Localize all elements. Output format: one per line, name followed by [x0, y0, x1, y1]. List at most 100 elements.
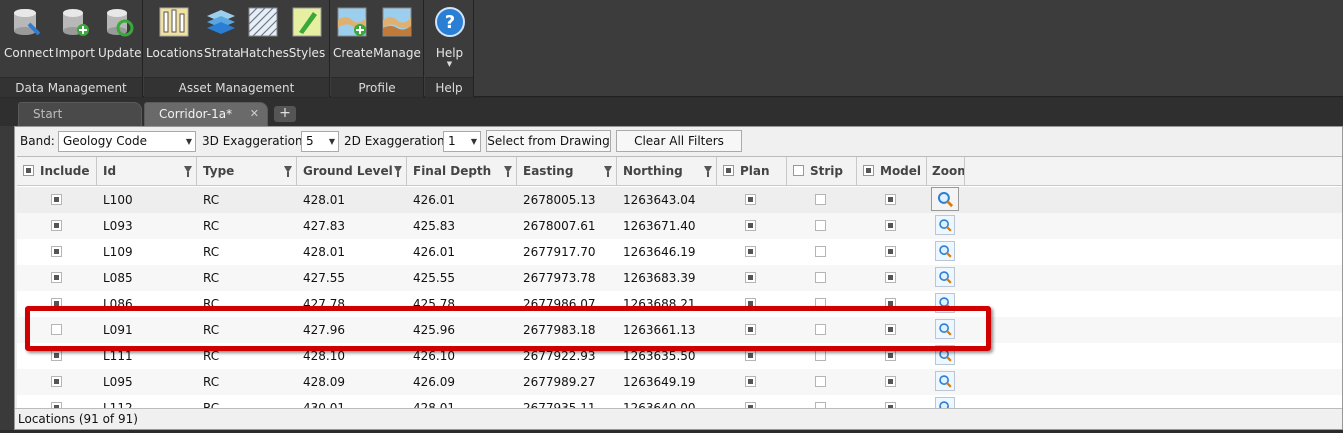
- table-row[interactable]: L095 RC 428.09 426.09 2677989.27 1263649.19: [17, 369, 1342, 395]
- cell-id: L093: [103, 219, 133, 233]
- strip-checkbox[interactable]: [815, 350, 826, 361]
- include-all-checkbox[interactable]: [23, 165, 34, 176]
- zoom-button[interactable]: [935, 241, 955, 261]
- plan-all-checkbox[interactable]: [723, 165, 734, 176]
- filter-funnel-icon[interactable]: [604, 166, 612, 177]
- hatches-icon: [248, 7, 278, 37]
- column-header-northing[interactable]: Northing: [617, 157, 717, 186]
- filter-funnel-icon[interactable]: [284, 166, 292, 177]
- model-checkbox[interactable]: [885, 194, 896, 205]
- zoom-button[interactable]: [935, 215, 955, 235]
- filter-bar: Band: Geology Code ▼ 3D Exaggeration: 5 …: [15, 127, 1342, 155]
- manage-profile-button[interactable]: Manage: [373, 4, 421, 64]
- connect-label: Connect: [4, 46, 54, 60]
- model-checkbox[interactable]: [885, 272, 896, 283]
- column-header-strip[interactable]: Strip: [787, 157, 857, 186]
- select-from-drawing-button[interactable]: Select from Drawing: [486, 130, 611, 152]
- column-header-label: Id: [103, 164, 117, 178]
- plan-checkbox[interactable]: [745, 272, 756, 283]
- strip-checkbox[interactable]: [815, 272, 826, 283]
- strip-checkbox[interactable]: [815, 194, 826, 205]
- include-checkbox[interactable]: [51, 376, 62, 387]
- zoom-button[interactable]: [935, 371, 955, 391]
- strata-button[interactable]: Strata: [204, 4, 241, 64]
- strip-checkbox[interactable]: [815, 220, 826, 231]
- group-label-help: Help: [425, 77, 473, 97]
- tab-corridor-label: Corridor-1a*: [159, 107, 233, 121]
- cell-depth: 428.01: [413, 401, 455, 408]
- connect-button[interactable]: Connect: [4, 4, 54, 64]
- column-header-easting[interactable]: Easting: [517, 157, 617, 186]
- model-checkbox[interactable]: [885, 376, 896, 387]
- table-row[interactable]: L085 RC 427.55 425.55 2677973.78 1263683.39: [17, 265, 1342, 291]
- model-checkbox[interactable]: [885, 246, 896, 257]
- column-header-plan[interactable]: Plan: [717, 157, 787, 186]
- exag2d-select[interactable]: 1 ▼: [443, 131, 481, 152]
- cell-easting: 2678005.13: [523, 193, 596, 207]
- column-header-id[interactable]: Id: [97, 157, 197, 186]
- clear-all-filters-button[interactable]: Clear All Filters: [616, 130, 742, 152]
- document-tab-bar: Start Corridor-1a* ✕: [0, 98, 1343, 126]
- filter-funnel-icon[interactable]: [704, 166, 712, 177]
- plan-checkbox[interactable]: [745, 194, 756, 205]
- table-row[interactable]: L093 RC 427.83 425.83 2678007.61 1263671.40: [17, 213, 1342, 239]
- filter-funnel-icon[interactable]: [504, 166, 512, 177]
- create-profile-button[interactable]: Create: [333, 4, 373, 64]
- column-header-include[interactable]: Include: [17, 157, 97, 186]
- import-button[interactable]: Import: [54, 4, 96, 64]
- table-row[interactable]: L112 RC 430.01 428.01 2677935.11 1263640.00: [17, 395, 1342, 408]
- model-checkbox[interactable]: [885, 220, 896, 231]
- styles-button[interactable]: Styles: [288, 4, 326, 64]
- table-row[interactable]: L109 RC 428.01 426.01 2677917.70 1263646.19: [17, 239, 1342, 265]
- column-header-model[interactable]: Model: [857, 157, 927, 186]
- plan-checkbox[interactable]: [745, 246, 756, 257]
- group-label-profile: Profile: [331, 77, 423, 97]
- cell-type: RC: [203, 245, 220, 259]
- tab-start[interactable]: Start: [18, 102, 142, 126]
- include-checkbox[interactable]: [51, 272, 62, 283]
- column-header-zoom: Zoom: [927, 157, 965, 186]
- exag2d-label: 2D Exaggeration:: [344, 134, 449, 148]
- strip-checkbox[interactable]: [815, 246, 826, 257]
- tab-corridor-1a[interactable]: Corridor-1a* ✕: [144, 102, 268, 126]
- column-header-final-depth[interactable]: Final Depth: [407, 157, 517, 186]
- filter-funnel-icon[interactable]: [184, 166, 192, 177]
- update-label: Update: [98, 46, 142, 60]
- locations-panel: Band: Geology Code ▼ 3D Exaggeration: 5 …: [14, 126, 1343, 430]
- band-select[interactable]: Geology Code ▼: [58, 131, 196, 152]
- plan-checkbox[interactable]: [745, 350, 756, 361]
- column-header-ground-level[interactable]: Ground Level: [297, 157, 407, 186]
- zoom-button[interactable]: [935, 397, 955, 408]
- update-button[interactable]: Update: [98, 4, 142, 64]
- zoom-button[interactable]: [935, 267, 955, 287]
- locations-button[interactable]: Locations: [146, 4, 204, 64]
- filter-funnel-icon[interactable]: [394, 166, 402, 177]
- locations-label: Locations: [146, 46, 204, 60]
- strip-checkbox[interactable]: [815, 376, 826, 387]
- column-header-type[interactable]: Type: [197, 157, 297, 186]
- include-checkbox[interactable]: [51, 220, 62, 231]
- left-gutter: [0, 126, 14, 430]
- plan-checkbox[interactable]: [745, 376, 756, 387]
- new-tab-button[interactable]: +: [274, 106, 296, 122]
- cell-ground: 427.83: [303, 219, 345, 233]
- model-checkbox[interactable]: [885, 350, 896, 361]
- strip-all-checkbox[interactable]: [793, 165, 804, 176]
- include-checkbox[interactable]: [51, 194, 62, 205]
- include-checkbox[interactable]: [51, 246, 62, 257]
- ribbon-group-data-management: Connect Import Update Data Management: [0, 0, 143, 97]
- close-tab-icon[interactable]: ✕: [250, 103, 259, 125]
- table-row[interactable]: L100 RC 428.01 426.01 2678005.13 1263643.04: [17, 187, 1342, 213]
- help-label: Help: [435, 46, 464, 60]
- help-button[interactable]: ? Help ▼: [427, 4, 472, 68]
- exag3d-select[interactable]: 5 ▼: [301, 131, 339, 152]
- model-all-checkbox[interactable]: [863, 165, 874, 176]
- plan-checkbox[interactable]: [745, 220, 756, 231]
- help-icon: ?: [434, 7, 465, 37]
- import-label: Import: [55, 46, 95, 60]
- cell-depth: 425.55: [413, 271, 455, 285]
- include-checkbox[interactable]: [51, 350, 62, 361]
- zoom-button[interactable]: [931, 187, 959, 211]
- magnifier-zoom-icon: [939, 271, 952, 284]
- hatches-button[interactable]: Hatches: [240, 4, 289, 64]
